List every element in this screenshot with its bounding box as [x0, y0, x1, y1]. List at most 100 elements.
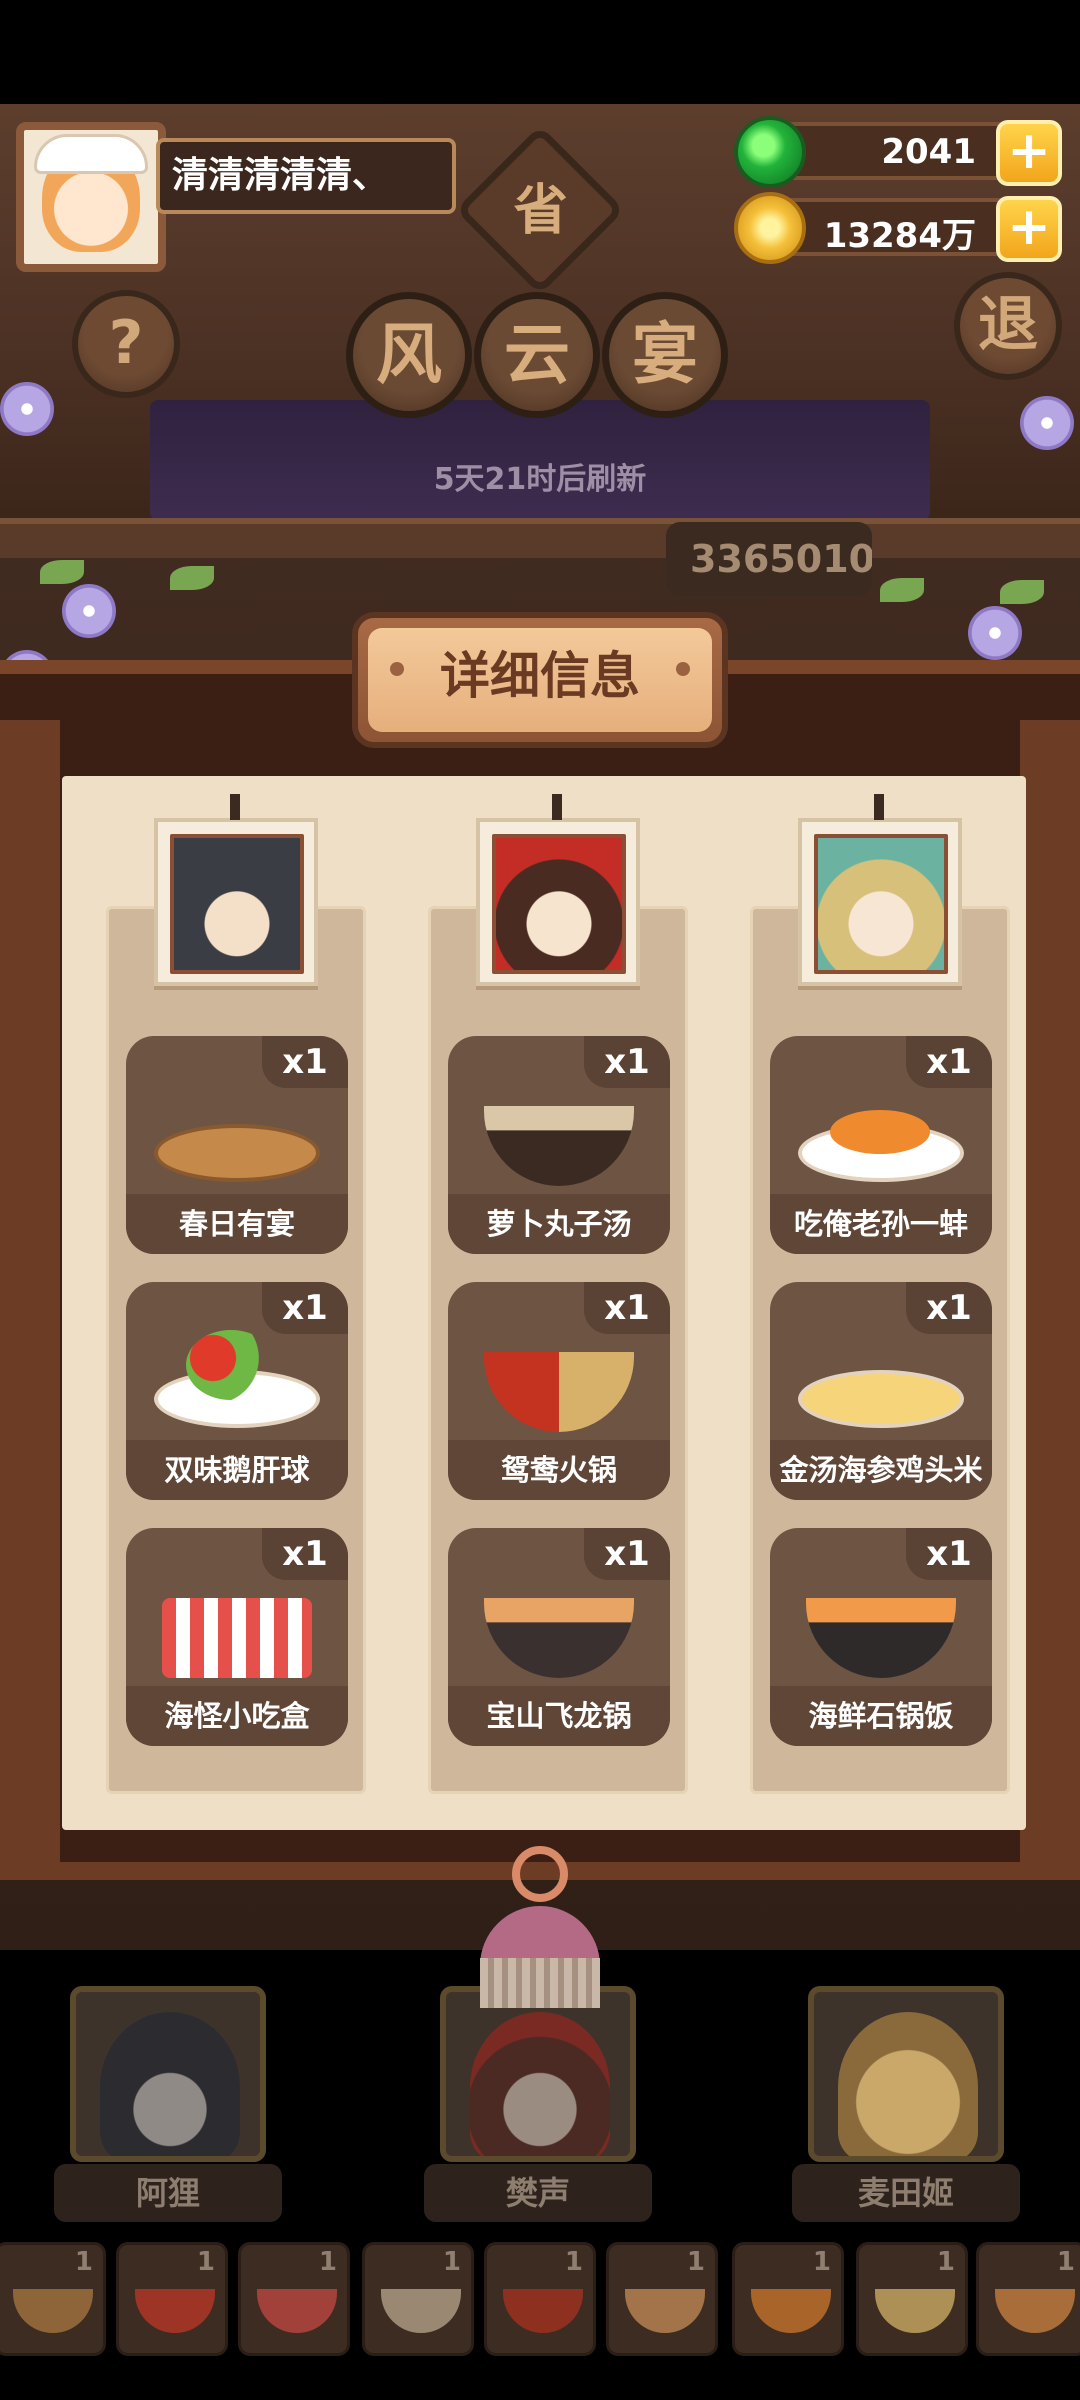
dish-count: x1 — [584, 1036, 670, 1088]
slot-dish — [875, 2289, 955, 2333]
dish-card[interactable]: x1 吃俺老孙一蚌 — [770, 1036, 992, 1254]
dish-image — [468, 1322, 650, 1434]
inventory-slot[interactable]: 1 — [484, 2242, 596, 2356]
dish-image — [790, 1568, 972, 1680]
chef-face — [170, 834, 304, 974]
character-portrait — [100, 2012, 240, 2156]
hotpot — [484, 1352, 634, 1432]
slot-count: 1 — [936, 2247, 955, 2277]
coin-currency: 13284万 + — [734, 192, 1062, 264]
dish-count: x1 — [584, 1528, 670, 1580]
dish-name: 宝山飞龙锅 — [448, 1686, 670, 1746]
leaf-decoration — [170, 566, 214, 590]
plate — [798, 1370, 964, 1428]
leaf-decoration — [880, 578, 924, 602]
roof-beam — [0, 518, 1080, 558]
slot-dish — [13, 2289, 93, 2333]
dish-image — [146, 1076, 328, 1188]
help-button[interactable]: ? — [72, 290, 180, 398]
player-avatar[interactable] — [16, 122, 166, 272]
dish-image — [468, 1076, 650, 1188]
inventory-slot[interactable]: 1 — [0, 2242, 106, 2356]
slot-count: 1 — [318, 2247, 337, 2277]
slot-count: 1 — [1056, 2247, 1075, 2277]
plate — [154, 1124, 320, 1182]
jade-icon — [734, 116, 806, 188]
add-jade-button[interactable]: + — [996, 120, 1062, 186]
dish-name: 春日有宴 — [126, 1194, 348, 1254]
flower-decoration — [1020, 396, 1074, 450]
chef-portrait-2 — [476, 794, 640, 986]
dish-count: x1 — [584, 1282, 670, 1334]
dish-name: 海怪小吃盒 — [126, 1686, 348, 1746]
bowl — [484, 1106, 634, 1186]
jade-amount: 2041 — [881, 132, 976, 172]
panel-side-left — [0, 720, 60, 1870]
inventory-slot[interactable]: 1 — [362, 2242, 474, 2356]
dish-image — [146, 1568, 328, 1680]
pin — [874, 794, 884, 820]
chef-face — [492, 834, 626, 974]
character-card-1[interactable] — [70, 1986, 266, 2162]
dish-card[interactable]: x1 双味鹅肝球 — [126, 1282, 348, 1500]
character-name: 阿狸 — [54, 2164, 282, 2222]
character-name: 樊声 — [424, 2164, 652, 2222]
character-portrait — [838, 2012, 978, 2156]
title-char-3: 宴 — [602, 292, 728, 418]
jade-currency: 2041 + — [734, 116, 1062, 188]
dish-name: 双味鹅肝球 — [126, 1440, 348, 1500]
slot-count: 1 — [196, 2247, 215, 2277]
chef-portrait-1 — [154, 794, 318, 986]
panel-header: 详细信息 — [352, 612, 728, 748]
tassel-fringe — [480, 1958, 600, 2008]
flower-decoration — [0, 382, 54, 436]
dish-image — [790, 1076, 972, 1188]
dish-card[interactable]: x1 宝山飞龙锅 — [448, 1528, 670, 1746]
header-dot — [676, 662, 690, 676]
slot-dish — [135, 2289, 215, 2333]
slot-dish — [381, 2289, 461, 2333]
dish-card[interactable]: x1 萝卜丸子汤 — [448, 1036, 670, 1254]
slot-count: 1 — [686, 2247, 705, 2277]
slot-dish — [257, 2289, 337, 2333]
tassel-ornament — [476, 1846, 604, 2026]
chef-portrait-3 — [798, 794, 962, 986]
dish-name: 萝卜丸子汤 — [448, 1194, 670, 1254]
avatar-hat — [34, 134, 148, 174]
slot-count: 1 — [564, 2247, 583, 2277]
pin — [230, 794, 240, 820]
coin-amount: 13284万 — [823, 216, 976, 256]
add-coin-button[interactable]: + — [996, 196, 1062, 262]
dish-name: 金汤海参鸡头米 — [770, 1440, 992, 1500]
slot-dish — [751, 2289, 831, 2333]
character-portrait — [470, 2012, 610, 2156]
dish-count: x1 — [906, 1282, 992, 1334]
header-dot — [390, 662, 404, 676]
flower-decoration — [62, 584, 116, 638]
dish-card[interactable]: x1 金汤海参鸡头米 — [770, 1282, 992, 1500]
dish-image — [146, 1322, 328, 1434]
inventory-slot[interactable]: 1 — [732, 2242, 844, 2356]
inventory-slot[interactable]: 1 — [856, 2242, 968, 2356]
leaf-decoration — [1000, 580, 1044, 604]
character-card-3[interactable] — [808, 1986, 1004, 2162]
dish-card[interactable]: x1 海鲜石锅饭 — [770, 1528, 992, 1746]
coin-icon — [734, 192, 806, 264]
tassel-knot — [512, 1846, 568, 1902]
dish-card[interactable]: x1 海怪小吃盒 — [126, 1528, 348, 1746]
inventory-slot[interactable]: 1 — [116, 2242, 228, 2356]
inventory-slot[interactable]: 1 — [606, 2242, 718, 2356]
exit-button[interactable]: 退 — [954, 272, 1062, 380]
province-tag-label: 省 — [513, 177, 568, 242]
inventory-slot[interactable]: 1 — [976, 2242, 1080, 2356]
food-items — [830, 1110, 930, 1154]
score-display: 3365010 — [666, 522, 872, 596]
dish-count: x1 — [906, 1036, 992, 1088]
stone-pot — [806, 1598, 956, 1678]
dish-card[interactable]: x1 春日有宴 — [126, 1036, 348, 1254]
dish-name: 海鲜石锅饭 — [770, 1686, 992, 1746]
inventory-slot[interactable]: 1 — [238, 2242, 350, 2356]
slot-dish — [995, 2289, 1075, 2333]
dish-card[interactable]: x1 鸳鸯火锅 — [448, 1282, 670, 1500]
dish-count: x1 — [262, 1282, 348, 1334]
